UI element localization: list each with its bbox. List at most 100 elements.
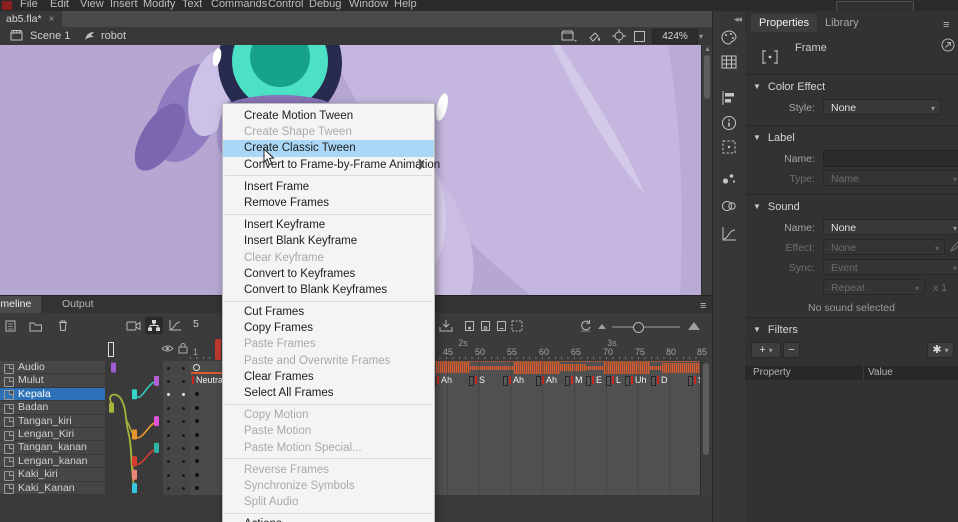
fill-options-icon[interactable]	[588, 30, 604, 42]
menu-item-insert-frame[interactable]: Insert Frame	[223, 179, 434, 195]
menu-commands[interactable]: Commands	[211, 0, 267, 10]
color-panel-icon[interactable]	[721, 30, 737, 46]
visibility-dot[interactable]	[167, 407, 170, 410]
tab-timeline[interactable]: Timeline	[0, 296, 41, 313]
reset-timeline-zoom-icon[interactable]	[576, 317, 594, 334]
visibility-dot[interactable]	[167, 474, 170, 477]
menu-window[interactable]: Window	[349, 0, 388, 10]
layer-name-kaki-kiri[interactable]: Kaki_kiri	[0, 468, 105, 481]
visibility-column-icon[interactable]	[161, 344, 174, 353]
delete-layer-icon[interactable]	[54, 317, 72, 334]
menu-item-insert-blank-keyframe[interactable]: Insert Blank Keyframe	[223, 233, 434, 249]
layer-name-lengan-kanan[interactable]: Lengan_kanan	[0, 455, 105, 468]
new-folder-icon[interactable]	[27, 317, 45, 334]
app-icon[interactable]	[2, 1, 12, 10]
frame-cell[interactable]	[190, 415, 226, 429]
visibility-dot[interactable]	[167, 420, 170, 423]
menu-insert[interactable]: Insert	[110, 0, 138, 10]
transform-panel-icon[interactable]	[721, 139, 737, 155]
frame-cell[interactable]	[190, 468, 226, 482]
pin-properties-icon[interactable]	[941, 38, 955, 52]
layer-name-kepala[interactable]: Kepala	[0, 388, 105, 401]
zoom-out-frames-icon[interactable]	[598, 324, 606, 329]
lock-dot[interactable]	[182, 407, 185, 410]
timeline-panel-menu-icon[interactable]: ≡	[700, 300, 706, 312]
new-layer-icon[interactable]	[2, 317, 20, 334]
lock-column-icon[interactable]	[178, 342, 188, 354]
frame-cell[interactable]	[190, 482, 226, 496]
info-panel-icon[interactable]	[721, 115, 737, 131]
visibility-dot[interactable]	[167, 460, 170, 463]
layer-name-kaki-kanan[interactable]: Kaki_Kanan	[0, 482, 105, 495]
menu-item-convert-to-blank-keyframes[interactable]: Convert to Blank Keyframes	[223, 282, 434, 298]
menu-modify[interactable]: Modify	[143, 0, 175, 10]
menu-item-create-motion-tween[interactable]: Create Motion Tween	[223, 108, 434, 124]
menu-control[interactable]: Control	[268, 0, 303, 10]
frame-size-slider-handle[interactable]	[633, 322, 644, 333]
layer-name-tangan-kiri[interactable]: Tangan_kiri	[0, 415, 105, 428]
clip-content-icon[interactable]	[634, 31, 645, 42]
stage-zoom-select[interactable]: 424%	[652, 29, 698, 44]
frame-cell[interactable]	[190, 388, 226, 402]
particles-panel-icon[interactable]	[721, 170, 737, 186]
layer-name-badan[interactable]: Badan	[0, 401, 105, 414]
tab-library[interactable]: Library	[817, 14, 867, 32]
frame-cell[interactable]	[190, 455, 226, 469]
frame-cell[interactable]: Neutral	[190, 374, 226, 388]
lock-dot[interactable]	[182, 487, 185, 490]
menu-item-create-classic-tween[interactable]: Create Classic Tween	[223, 140, 434, 156]
menu-item-copy-frames[interactable]: Copy Frames	[223, 320, 434, 336]
layer-name-audio[interactable]: Audio	[0, 361, 105, 374]
lock-dot[interactable]	[182, 420, 185, 423]
scroll-up-icon[interactable]: ▲	[704, 46, 711, 53]
document-tab[interactable]: ab5.fla*×	[0, 11, 62, 27]
menu-view[interactable]: View	[80, 0, 104, 10]
lock-dot[interactable]	[182, 447, 185, 450]
stage-scrollbar-thumb[interactable]	[704, 55, 710, 99]
menu-help[interactable]: Help	[394, 0, 417, 10]
tab-output[interactable]: Output	[52, 296, 104, 313]
lock-dot[interactable]	[182, 380, 185, 383]
add-filter-button[interactable]: + ▾	[751, 342, 781, 358]
frame-cell[interactable]	[190, 401, 226, 415]
filter-options-button[interactable]: ✱ ▾	[927, 342, 954, 358]
camera-icon[interactable]	[124, 317, 142, 334]
properties-panel-menu-icon[interactable]: ≡	[943, 19, 949, 31]
frame-cell[interactable]	[190, 441, 226, 455]
menu-item-remove-frames[interactable]: Remove Frames	[223, 195, 434, 211]
section-label[interactable]: ▼Label	[753, 132, 795, 144]
lock-dot[interactable]	[182, 393, 185, 396]
collapse-dock-icon[interactable]: ◂◂	[734, 14, 741, 25]
color-effect-style-select[interactable]: None▾	[823, 99, 941, 115]
motion-editor-panel-icon[interactable]	[721, 226, 737, 242]
visibility-dot[interactable]	[167, 380, 170, 383]
graph-editor-icon[interactable]	[166, 317, 184, 334]
menu-edit[interactable]: Edit	[50, 0, 69, 10]
lock-dot[interactable]	[182, 367, 185, 370]
menu-item-convert-frame-by-frame[interactable]: Convert to Frame-by-Frame Animation❯	[223, 157, 434, 173]
zoom-in-frames-icon[interactable]	[688, 322, 700, 330]
breadcrumb-scene[interactable]: Scene 1	[30, 30, 70, 42]
layer-name-lengan-kiri[interactable]: Lengan_Kiri	[0, 428, 105, 441]
center-stage-icon[interactable]	[612, 29, 626, 43]
menu-item-insert-keyframe[interactable]: Insert Keyframe	[223, 217, 434, 233]
section-sound[interactable]: ▼Sound	[753, 201, 800, 213]
remove-filter-button[interactable]: −	[783, 342, 800, 358]
menu-text[interactable]: Text	[182, 0, 202, 10]
layer-name-mulut[interactable]: Mulut	[0, 374, 105, 387]
visibility-dot[interactable]	[167, 393, 170, 396]
workspace-switcher[interactable]	[836, 1, 914, 11]
breadcrumb-symbol[interactable]: robot	[101, 30, 126, 42]
sound-name-select[interactable]: None▾	[823, 219, 958, 235]
menu-item-select-all-frames[interactable]: Select All Frames	[223, 385, 434, 401]
playhead[interactable]	[215, 339, 221, 360]
creative-cloud-panel-icon[interactable]	[721, 198, 737, 214]
show-parenting-view-icon[interactable]	[145, 317, 163, 334]
menu-item-actions[interactable]: Actions	[223, 516, 434, 522]
lock-dot[interactable]	[182, 474, 185, 477]
frame-cell[interactable]	[190, 361, 226, 375]
tab-properties[interactable]: Properties	[751, 14, 817, 32]
swatches-panel-icon[interactable]	[721, 54, 737, 70]
visibility-dot[interactable]	[167, 434, 170, 437]
timeline-scrollbar-thumb[interactable]	[703, 363, 709, 455]
